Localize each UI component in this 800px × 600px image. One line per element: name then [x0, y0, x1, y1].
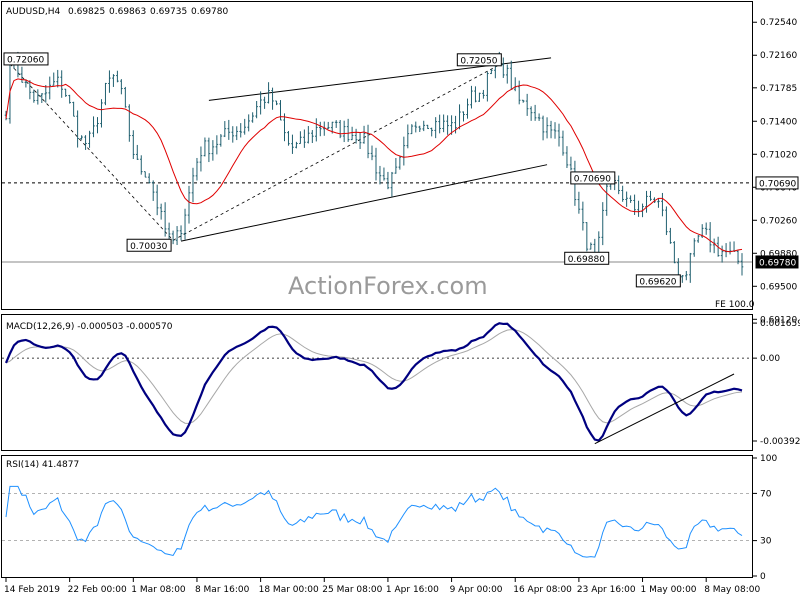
time-axis-label: 1 Apr 16:00 [386, 585, 439, 595]
price-axis-label: 0.70260 [760, 216, 797, 226]
time-axis-label: 8 May 08:00 [704, 585, 760, 595]
rsi-axis-label: 70 [760, 489, 772, 499]
price-annotation-label: 0.69620 [639, 277, 676, 287]
time-axis-label: 14 Feb 2019 [4, 585, 60, 595]
price-annotation-label: 0.70030 [130, 242, 167, 252]
price-axis-label: 0.72160 [760, 51, 797, 61]
price-axis-label: 0.72540 [760, 18, 797, 28]
ohlc-high: 0.69863 [109, 7, 146, 17]
ohlc-open: 0.69825 [68, 7, 105, 17]
macd-title: MACD(12,26,9) -0.000503 -0.000570 [6, 322, 173, 332]
forex-chart: ActionForex.com AUDUSD,H4 0.69825 0.6986… [1, 1, 800, 595]
symbol-title: AUDUSD,H4 [6, 7, 61, 17]
time-axis-label: 22 Feb 00:00 [68, 585, 127, 595]
price-axis-label: 0.71785 [760, 84, 797, 94]
macd-panel-frame [1, 314, 753, 451]
time-axis-label: 25 Mar 08:00 [322, 585, 382, 595]
price-annotation-label: 0.72060 [7, 55, 44, 65]
time-axis-label: 18 Mar 00:00 [259, 585, 319, 595]
price-axis-label: 0.69500 [760, 282, 797, 292]
fe-label: FE 100.0 [715, 300, 755, 310]
current-price-tag: 0.69780 [759, 258, 796, 268]
rsi-title: RSI(14) 41.4877 [6, 460, 79, 470]
price-axis-label: 0.71400 [760, 117, 797, 127]
time-axis-label: 1 Mar 08:00 [131, 585, 186, 595]
watermark: ActionForex.com [288, 272, 488, 300]
macd-axis-label: 0.001659 [760, 319, 800, 329]
resistance-price-tag: 0.70690 [759, 179, 796, 189]
rsi-axis-label: 0 [760, 572, 766, 582]
rsi-panel-frame [1, 455, 753, 578]
price-panel-frame [1, 1, 753, 310]
price-annotation-label: 0.69880 [568, 255, 605, 265]
ohlc-close: 0.69780 [191, 7, 228, 17]
macd-axis-label: 0.00 [760, 354, 780, 364]
time-axis-label: 9 Apr 00:00 [450, 585, 503, 595]
price-axis-label: 0.71020 [760, 150, 797, 160]
price-annotation-label: 0.70690 [574, 174, 611, 184]
rsi-axis-label: 100 [760, 454, 777, 464]
time-axis-label: 1 May 00:00 [641, 585, 697, 595]
price-annotation-label: 0.72050 [460, 56, 497, 66]
time-axis-label: 23 Apr 16:00 [577, 585, 636, 595]
time-axis-label: 16 Apr 08:00 [513, 585, 572, 595]
rsi-axis-label: 30 [760, 537, 772, 547]
macd-axis-label: -0.003922 [760, 437, 800, 447]
time-axis-label: 8 Mar 16:00 [195, 585, 250, 595]
ohlc-low: 0.69735 [150, 7, 187, 17]
